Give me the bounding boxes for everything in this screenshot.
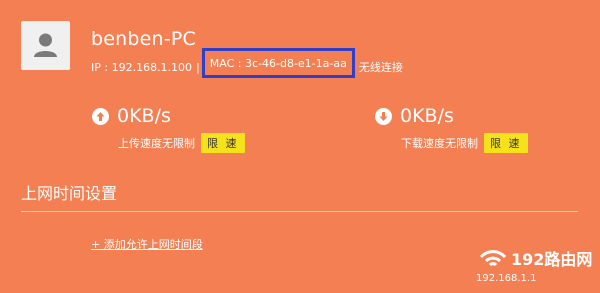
mac-address: MAC : 3c-46-d8-e1-1a-aa: [209, 57, 347, 70]
download-limit-button[interactable]: 限 速: [484, 133, 528, 153]
wifi-logo-icon: [479, 250, 507, 267]
meta-separator: |: [196, 61, 200, 74]
device-name: benben-PC: [91, 28, 196, 50]
mac-highlight-box: MAC : 3c-46-d8-e1-1a-aa: [201, 48, 355, 78]
section-divider: [21, 211, 578, 212]
add-time-slot-link[interactable]: + 添加允许上网时间段: [91, 236, 203, 252]
upload-arrow-icon: [92, 107, 109, 125]
connection-type: 无线连接: [358, 61, 403, 74]
upload-speed-value: 0KB/s: [117, 105, 171, 127]
device-avatar: [21, 21, 70, 70]
ip-address: IP : 192.168.1.100: [91, 61, 193, 74]
download-speed-panel: 0KB/s 下载速度无限制 限 速: [375, 105, 595, 153]
device-meta: IP : 192.168.1.100 | MAC : 3c-46-d8-e1-1a-…: [91, 48, 403, 78]
watermark-brand: 192路由网: [511, 250, 593, 269]
download-limit-status: 下载速度无限制: [401, 137, 478, 150]
site-watermark: 192路由网 192.168.1.1: [476, 243, 594, 287]
upload-limit-button[interactable]: 限 速: [201, 133, 245, 153]
download-speed-value: 0KB/s: [400, 105, 454, 127]
schedule-section-title: 上网时间设置: [21, 184, 118, 203]
user-icon: [34, 33, 57, 57]
upload-speed-panel: 0KB/s 上传速度无限制 限 速: [92, 105, 312, 153]
download-arrow-icon: [375, 107, 392, 125]
watermark-url: 192.168.1.1: [476, 273, 537, 284]
upload-limit-status: 上传速度无限制: [118, 137, 195, 150]
